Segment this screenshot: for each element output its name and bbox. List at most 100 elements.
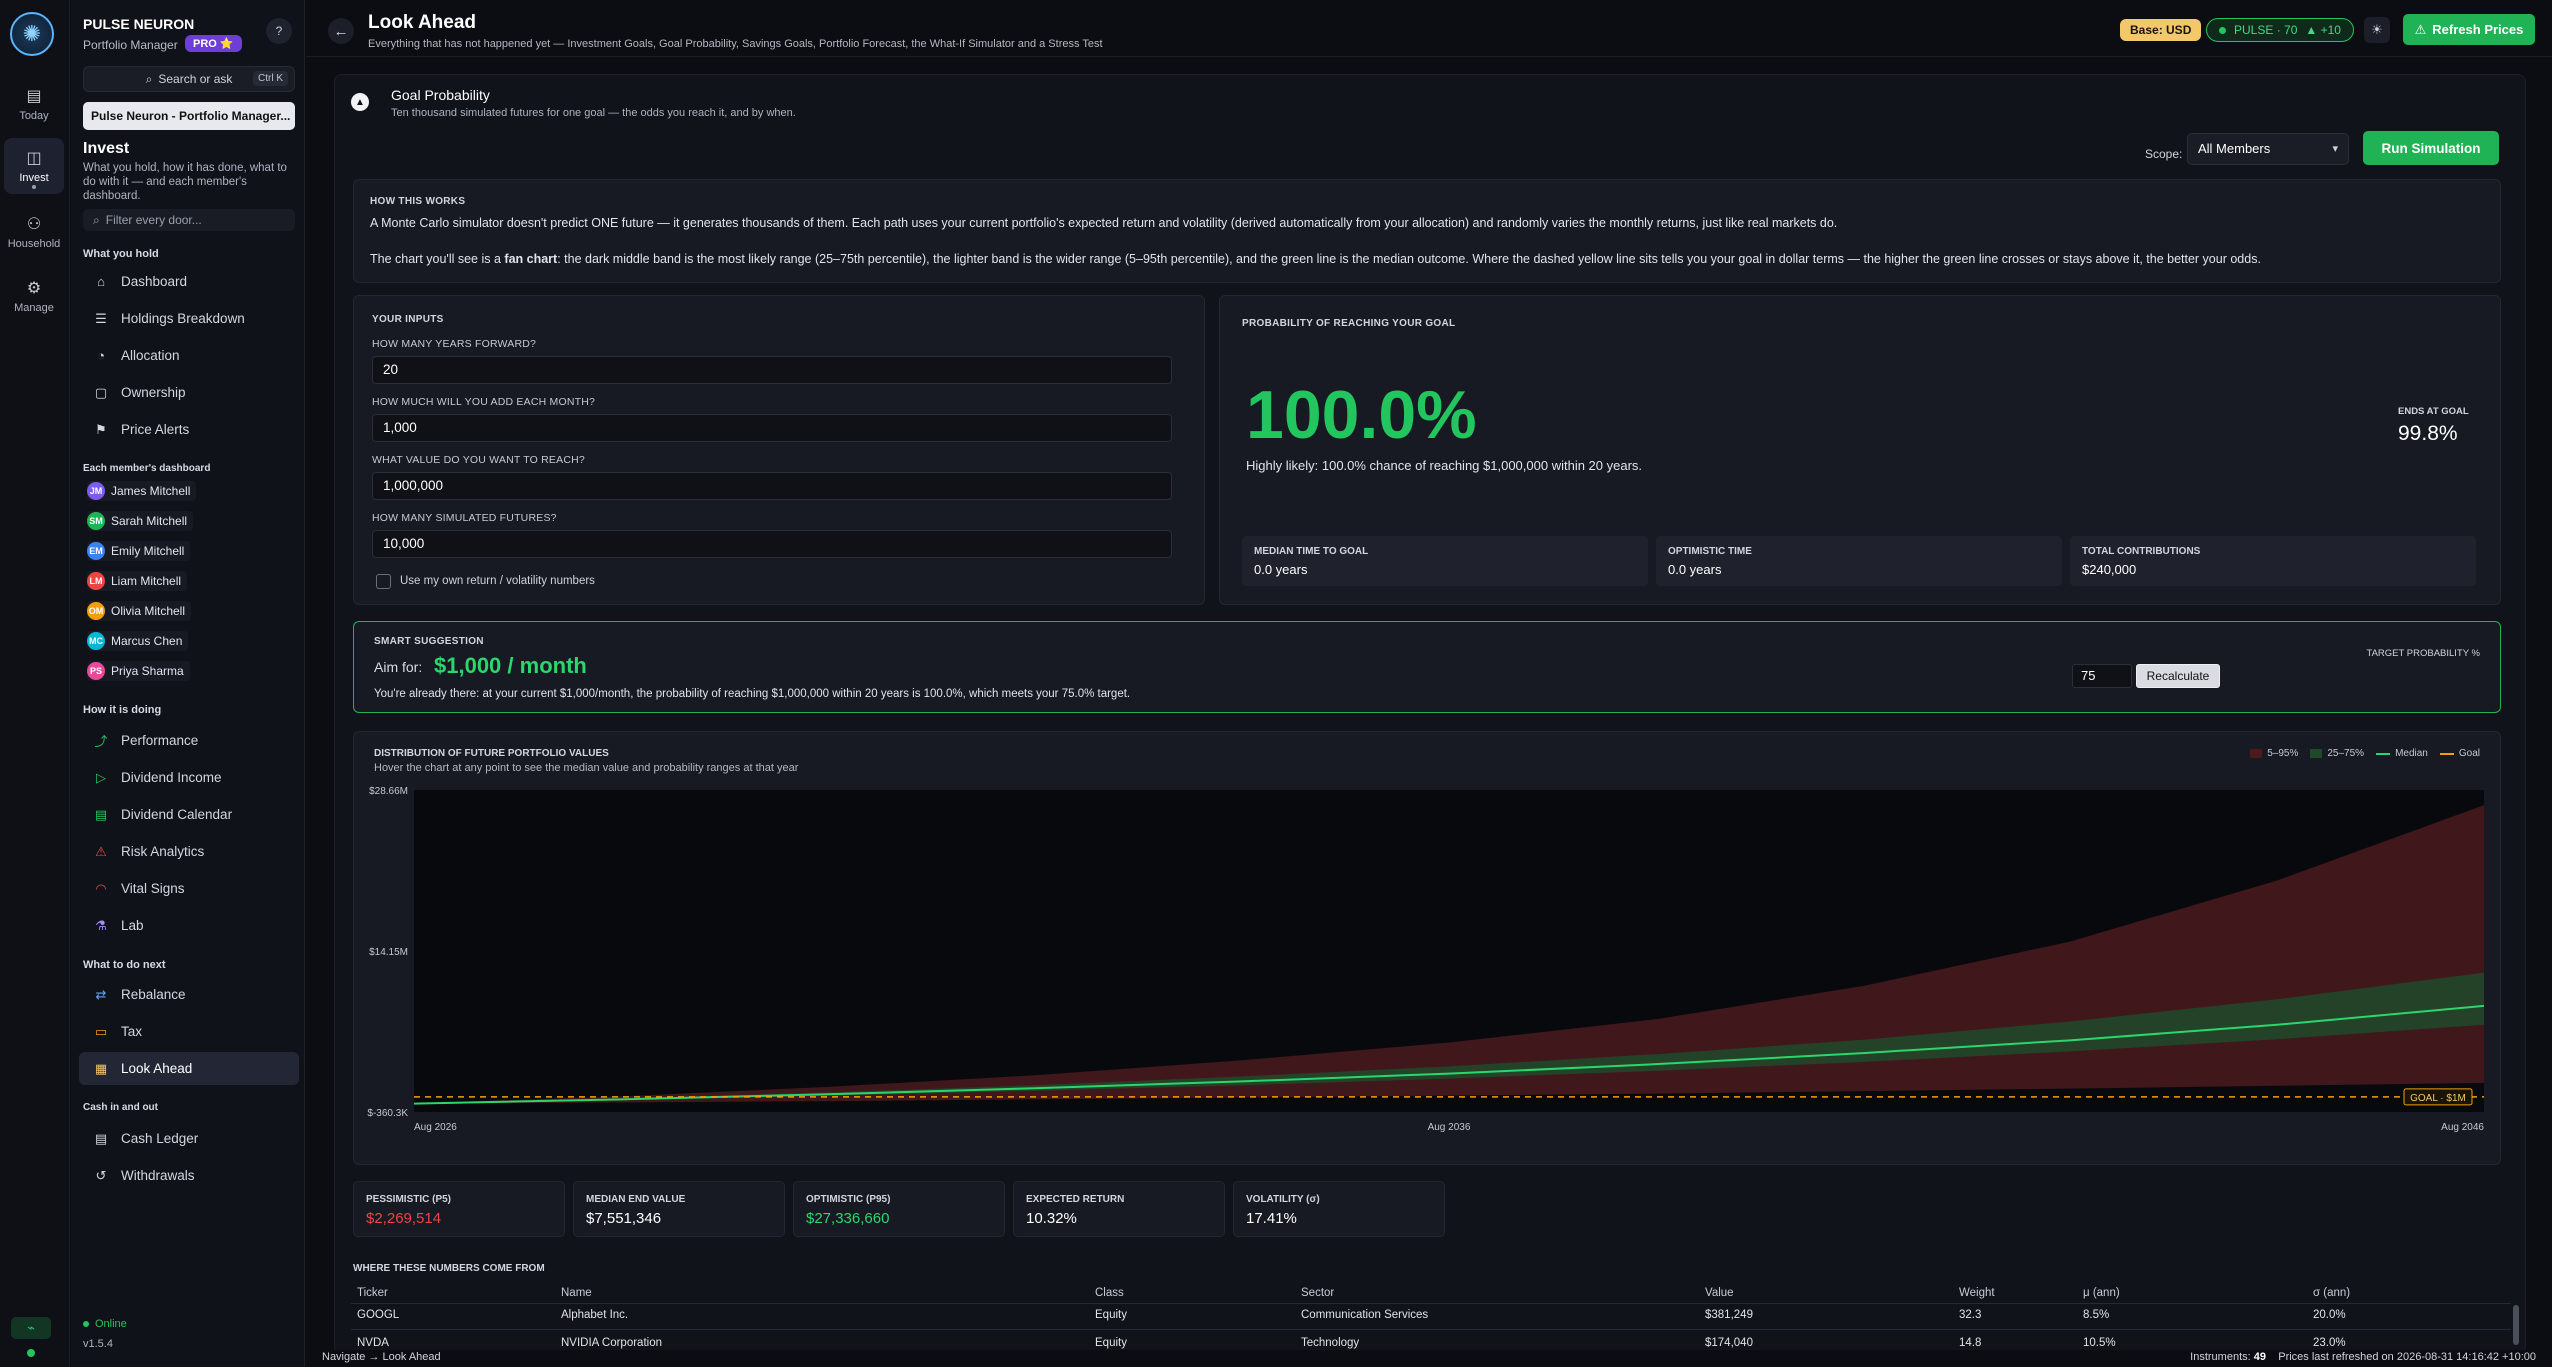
nav-dividend-calendar[interactable]: ▤ Dividend Calendar [79, 798, 299, 831]
group-what-you-hold: What you hold [83, 248, 159, 260]
member-liam-mitchell[interactable]: LM Liam Mitchell [87, 571, 188, 591]
nav-lab[interactable]: ⚗ Lab [79, 909, 299, 942]
years-input[interactable]: 20 [372, 356, 1172, 384]
stat-card: PESSIMISTIC (P5) $2,269,514 [353, 1181, 565, 1237]
nav-label: Dividend Income [121, 770, 222, 785]
group-members: Each member's dashboard [83, 463, 211, 474]
member-marcus-chen[interactable]: MC Marcus Chen [87, 631, 189, 651]
nav-dashboard[interactable]: ⌂ Dashboard [79, 265, 299, 298]
nav-label: Cash Ledger [121, 1131, 199, 1146]
own-numbers-checkbox[interactable] [376, 574, 391, 589]
table-header[interactable]: Sector [1301, 1287, 1334, 1299]
nav-label: Dividend Calendar [121, 807, 233, 822]
nav-label: Lab [121, 918, 144, 933]
nav-ownership[interactable]: ▢ Ownership [79, 376, 299, 409]
avatar: LM [87, 572, 105, 590]
smart-text: You're already there: at your current $1… [374, 688, 1131, 700]
table-cell: 8.5% [2083, 1309, 2110, 1321]
target-input[interactable]: 1,000,000 [372, 472, 1172, 500]
smart-label: SMART SUGGESTION [374, 636, 484, 647]
table-header[interactable]: μ (ann) [2083, 1287, 2120, 1299]
nav-label: Allocation [121, 348, 180, 363]
table-scrollbar[interactable] [2513, 1305, 2519, 1345]
nav-vital-signs[interactable]: ◠ Vital Signs [79, 872, 299, 905]
calendar-icon: ▤ [94, 806, 108, 822]
member-name: James Mitchell [111, 484, 191, 498]
base-currency-badge[interactable]: Base: USD [2120, 19, 2202, 41]
search-icon: ⌕ [93, 212, 100, 227]
stat-card: EXPECTED RETURN 10.32% [1013, 1181, 1225, 1237]
target-probability-input[interactable]: 75 [2072, 664, 2132, 688]
pulse-icon[interactable]: ⌁ [11, 1317, 51, 1339]
recalculate-button[interactable]: Recalculate [2136, 664, 2220, 688]
scope-select[interactable]: All Members [2187, 133, 2349, 165]
ends-at-goal-value: 99.8% [2398, 422, 2458, 445]
goal-label: GOAL · $1M [2410, 1093, 2466, 1104]
nav-rebalance[interactable]: ⇄ Rebalance [79, 978, 299, 1011]
chevron-up-icon[interactable]: ▲ [351, 93, 369, 111]
table-header[interactable]: Name [561, 1287, 592, 1299]
rail-label: Today [19, 110, 49, 122]
refresh-label: Refresh Prices [2432, 22, 2524, 37]
table-cell: 23.0% [2313, 1337, 2346, 1349]
member-olivia-mitchell[interactable]: OM Olivia Mitchell [87, 601, 192, 621]
optimistic-time-value: 0.0 years [1668, 562, 1722, 577]
member-sarah-mitchell[interactable]: SM Sarah Mitchell [87, 511, 194, 531]
back-arrow-icon[interactable]: ← [328, 18, 354, 44]
rail-label: Invest [19, 172, 49, 184]
table-header[interactable]: σ (ann) [2313, 1287, 2350, 1299]
help-button[interactable]: ? [266, 18, 292, 44]
member-james-mitchell[interactable]: JM James Mitchell [87, 481, 197, 501]
nav-holdings-breakdown[interactable]: ☰ Holdings Breakdown [79, 302, 299, 335]
table-header[interactable]: Class [1095, 1287, 1124, 1299]
nav-label: Tax [121, 1024, 143, 1039]
table-header[interactable]: Ticker [357, 1287, 388, 1299]
section-title: Invest [83, 140, 130, 157]
nav-label: Look Ahead [121, 1061, 193, 1076]
nav-tax[interactable]: ▭ Tax [79, 1015, 299, 1048]
nav-dividend-income[interactable]: ▷ Dividend Income [79, 761, 299, 794]
pie-icon: ◔ [97, 348, 105, 363]
nav-risk-analytics[interactable]: ⚠ Risk Analytics [79, 835, 299, 868]
nav-label: Holdings Breakdown [121, 311, 245, 326]
portfolio-select[interactable]: Pulse Neuron - Portfolio Manager... [83, 102, 295, 130]
rail-invest[interactable]: ◫ Invest [4, 138, 64, 194]
nav-performance[interactable]: ⤴ Performance [79, 724, 299, 757]
x-tick-label: Aug 2026 [414, 1122, 457, 1133]
sims-input[interactable]: 10,000 [372, 530, 1172, 558]
total-contributions-label: TOTAL CONTRIBUTIONS [2082, 546, 2201, 557]
monthly-input[interactable]: 1,000 [372, 414, 1172, 442]
rail-household[interactable]: ⚇ Household [4, 204, 64, 260]
filter-input[interactable]: ⌕ Filter every door... [83, 209, 295, 231]
nav-price-alerts[interactable]: ⚑ Price Alerts [79, 413, 299, 446]
own-numbers-label: Use my own return / volatility numbers [400, 575, 595, 587]
nav-allocation[interactable]: ◔ Allocation [79, 339, 299, 372]
nav-label: Price Alerts [121, 422, 190, 437]
table-header[interactable]: Weight [1959, 1287, 1995, 1299]
panel-header[interactable]: ▲ Goal Probability Ten thousand simulate… [335, 75, 2525, 131]
search-ask-input[interactable]: ⌕ Search or ask Ctrl K [83, 66, 295, 92]
page-title: Look Ahead [368, 12, 477, 33]
stat-label: OPTIMISTIC (P95) [806, 1194, 891, 1205]
brain-logo-icon[interactable]: ✺ [10, 12, 54, 56]
sun-icon[interactable]: ☀ [2364, 17, 2390, 43]
rail-manage[interactable]: ⚙ Manage [4, 268, 64, 324]
smart-suggestion-card: SMART SUGGESTION Aim for: $1,000 / month… [353, 621, 2501, 713]
table-cell: 10.5% [2083, 1337, 2116, 1349]
rail-today[interactable]: ▤ Today [4, 76, 64, 132]
calendar-icon: ▤ [26, 88, 42, 105]
nav-withdrawals[interactable]: ↺ Withdrawals [79, 1159, 299, 1192]
nav-cash-ledger[interactable]: ▤ Cash Ledger [79, 1122, 299, 1155]
refresh-prices-button[interactable]: ⚠ Refresh Prices [2403, 14, 2535, 45]
panel-title: Goal Probability [391, 87, 490, 103]
shortcut-badge: Ctrl K [253, 71, 288, 86]
member-emily-mitchell[interactable]: EM Emily Mitchell [87, 541, 191, 561]
ledger-icon: ▤ [94, 1130, 108, 1146]
fan-chart-svg[interactable]: GOAL · $1M $28.66M $14.15M $-360.3K Aug 2026… [354, 732, 2502, 1166]
table-cell: Alphabet Inc. [561, 1309, 629, 1321]
nav-look-ahead[interactable]: ▦ Look Ahead [79, 1052, 299, 1085]
pulse-score-badge[interactable]: PULSE · 70 ▲ +10 [2206, 18, 2354, 42]
table-header[interactable]: Value [1705, 1287, 1734, 1299]
member-priya-sharma[interactable]: PS Priya Sharma [87, 661, 190, 681]
run-simulation-button[interactable]: Run Simulation [2363, 131, 2499, 165]
